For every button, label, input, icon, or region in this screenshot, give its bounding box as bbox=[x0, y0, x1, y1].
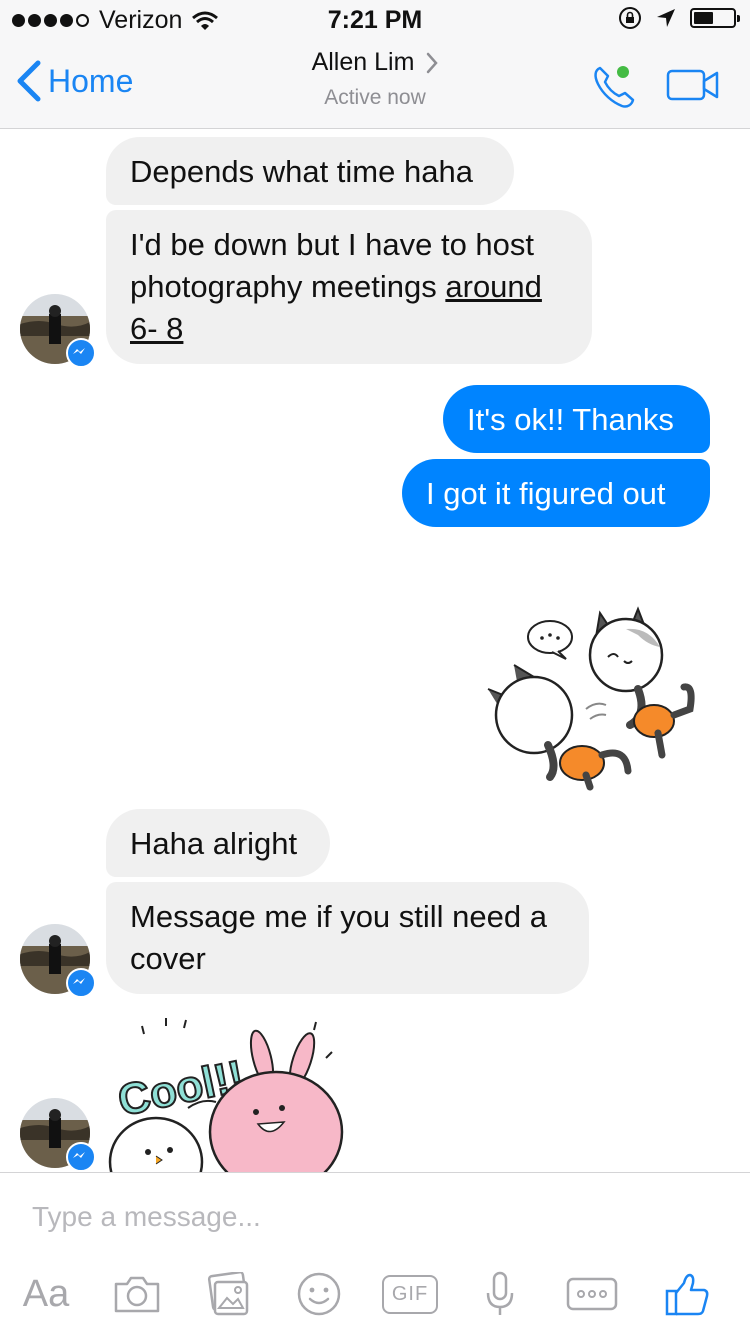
outgoing-message[interactable]: It's ok!! Thanks bbox=[443, 385, 710, 453]
microphone-icon bbox=[486, 1271, 514, 1315]
battery-level bbox=[694, 12, 713, 24]
emoji-icon bbox=[297, 1272, 341, 1316]
microphone-button[interactable] bbox=[484, 1269, 516, 1319]
camera-button[interactable] bbox=[112, 1269, 162, 1319]
thumbs-up-icon bbox=[665, 1273, 709, 1316]
contact-name: Allen Lim bbox=[311, 48, 415, 76]
incoming-message[interactable]: Depends what time haha bbox=[106, 137, 514, 205]
contact-name-row: Allen Lim bbox=[312, 48, 439, 77]
gallery-button[interactable] bbox=[204, 1269, 252, 1319]
contact-avatar[interactable] bbox=[20, 294, 96, 368]
phone-call-button[interactable] bbox=[590, 62, 638, 110]
gif-button[interactable]: GIF bbox=[381, 1269, 439, 1319]
gif-icon: GIF bbox=[381, 1274, 439, 1314]
outgoing-message[interactable]: I got it figured out bbox=[402, 459, 710, 527]
message-input[interactable] bbox=[32, 1201, 712, 1233]
messenger-badge-icon bbox=[66, 1142, 96, 1172]
more-icon bbox=[566, 1277, 618, 1311]
battery-icon bbox=[690, 8, 740, 28]
more-button[interactable] bbox=[566, 1269, 618, 1319]
phone-call-icon bbox=[594, 66, 635, 108]
text-style-button[interactable]: Aa bbox=[20, 1269, 72, 1319]
conversation-header: Home Allen Lim Active now bbox=[0, 40, 750, 129]
incoming-message[interactable]: I'd be down but I have to host photograp… bbox=[106, 210, 592, 364]
status-bar: Verizon 7:21 PM bbox=[0, 0, 750, 40]
location-arrow-icon bbox=[657, 9, 675, 27]
contact-avatar[interactable] bbox=[20, 924, 96, 998]
composer-toolbar: Aa GIF bbox=[0, 1269, 750, 1325]
chevron-right-icon bbox=[427, 52, 439, 73]
video-call-button[interactable] bbox=[666, 68, 720, 102]
camera-icon bbox=[114, 1276, 160, 1313]
video-call-icon bbox=[666, 69, 719, 101]
message-composer: Aa GIF bbox=[0, 1172, 750, 1335]
emoji-button[interactable] bbox=[296, 1269, 342, 1319]
status-right bbox=[618, 6, 740, 30]
cool-bunny-sticker[interactable]: Cool!! bbox=[106, 1012, 356, 1172]
orientation-lock-icon bbox=[619, 7, 641, 29]
gallery-icon bbox=[207, 1272, 249, 1316]
contact-avatar[interactable] bbox=[20, 1098, 96, 1172]
messenger-badge-icon bbox=[66, 968, 96, 998]
thumbs-up-button[interactable] bbox=[664, 1269, 710, 1319]
two-cats-sticker[interactable] bbox=[478, 605, 704, 791]
messenger-badge-icon bbox=[66, 338, 96, 368]
incoming-message[interactable]: Haha alright bbox=[106, 809, 330, 877]
incoming-message[interactable]: Message me if you still need a cover bbox=[106, 882, 589, 994]
